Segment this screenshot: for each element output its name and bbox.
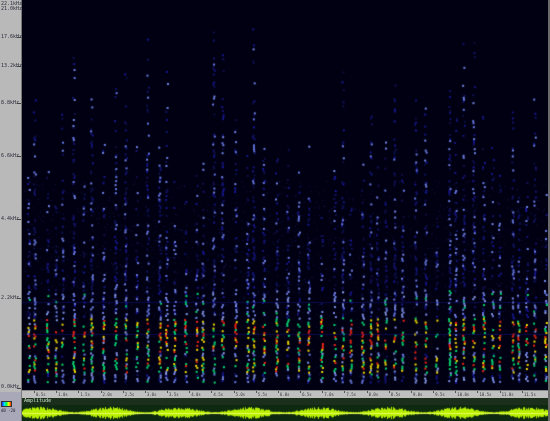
time-tick-label: 9.5s bbox=[435, 392, 445, 397]
time-tick-mark bbox=[211, 391, 213, 393]
time-tick-mark bbox=[277, 391, 279, 393]
time-tick-mark bbox=[233, 391, 235, 393]
time-tick-mark bbox=[34, 391, 35, 393]
time-tick-mark bbox=[455, 391, 457, 393]
time-tick-mark bbox=[477, 391, 479, 393]
freq-tick-mark bbox=[17, 156, 21, 157]
time-tick-mark bbox=[499, 391, 501, 393]
colormap-icon[interactable] bbox=[1, 401, 12, 407]
time-tick-label: 11.5s bbox=[523, 392, 536, 397]
spectrogram-view[interactable] bbox=[22, 0, 548, 390]
time-tick-label: 6.0s bbox=[279, 392, 290, 397]
time-tick-label: 7.0s bbox=[324, 392, 334, 397]
time-tick-label: 1.5s bbox=[80, 392, 90, 397]
time-tick-mark bbox=[344, 391, 346, 393]
time-tick-mark bbox=[78, 391, 80, 393]
time-tick-label: 10.5s bbox=[479, 392, 492, 397]
time-tick-mark bbox=[388, 391, 390, 393]
colormap-panel: dB -20 bbox=[0, 392, 22, 421]
freq-tick-mark bbox=[17, 298, 21, 299]
time-tick-label: 9.0s bbox=[412, 392, 423, 397]
time-tick-mark bbox=[366, 391, 368, 393]
time-tick-label: 5.0s bbox=[235, 392, 246, 397]
time-tick-label: 6.5s bbox=[302, 392, 312, 397]
time-tick-mark bbox=[322, 391, 324, 393]
time-tick-mark bbox=[189, 391, 191, 393]
amplitude-toolbar: Amplitude bbox=[22, 398, 548, 405]
time-tick-mark bbox=[144, 391, 146, 393]
freq-tick-mark bbox=[17, 66, 21, 67]
time-tick-label: 3.5s bbox=[169, 392, 179, 397]
time-tick-label: 0.5s bbox=[36, 392, 46, 397]
time-tick-label: 1.0s bbox=[58, 392, 68, 397]
time-tick-label: 4.5s bbox=[213, 392, 224, 397]
time-tick-label: 8.0s bbox=[368, 392, 379, 397]
time-tick-mark bbox=[433, 391, 435, 393]
time-tick-mark bbox=[300, 391, 302, 393]
freq-tick-mark bbox=[17, 388, 21, 389]
colormap-label: dB -20 bbox=[1, 408, 16, 413]
time-ruler: 0.5s 1.0s 1.5s 2.0s 2.5s 3.0s 3.5s 4.0s 4.5s 5.0s… bbox=[22, 390, 548, 398]
time-tick-label: 11.0s bbox=[501, 392, 514, 397]
freq-tick-label: 0.0kHz bbox=[1, 384, 20, 390]
freq-tick-mark bbox=[17, 219, 21, 220]
amplitude-label: Amplitude bbox=[24, 398, 52, 404]
time-tick-mark bbox=[56, 391, 58, 393]
spectrogram-window: 22.1kHz 21.0kHz 17.6kHz 13.2kHz 8.8kHz 6.6kHz… bbox=[0, 0, 550, 421]
time-tick-mark bbox=[410, 391, 412, 393]
waveform-view[interactable] bbox=[22, 405, 548, 421]
time-tick-label: 3.0s bbox=[146, 392, 157, 397]
time-tick-label: 2.0s bbox=[102, 392, 113, 397]
freq-top-label: 21.0kHz bbox=[1, 6, 23, 12]
time-tick-label: 5.5s bbox=[257, 392, 268, 397]
time-tick-label: 10.0s bbox=[457, 392, 470, 397]
time-tick-mark bbox=[167, 391, 169, 393]
time-tick-mark bbox=[521, 391, 523, 393]
freq-tick-mark bbox=[17, 103, 21, 104]
time-tick-mark bbox=[255, 391, 257, 393]
spectrogram-canvas[interactable] bbox=[22, 0, 548, 390]
time-tick-label: 2.5s bbox=[124, 392, 135, 397]
time-tick-mark bbox=[122, 391, 124, 393]
time-tick-label: 8.5s bbox=[390, 392, 401, 397]
time-tick-mark bbox=[100, 391, 102, 393]
freq-tick-mark bbox=[17, 37, 21, 38]
time-tick-label: 7.5s bbox=[346, 392, 357, 397]
frequency-ruler: 22.1kHz 21.0kHz 17.6kHz 13.2kHz 8.8kHz 6.6kHz… bbox=[0, 0, 22, 392]
time-tick-label: 4.0s bbox=[191, 392, 201, 397]
waveform-canvas[interactable] bbox=[22, 405, 548, 421]
